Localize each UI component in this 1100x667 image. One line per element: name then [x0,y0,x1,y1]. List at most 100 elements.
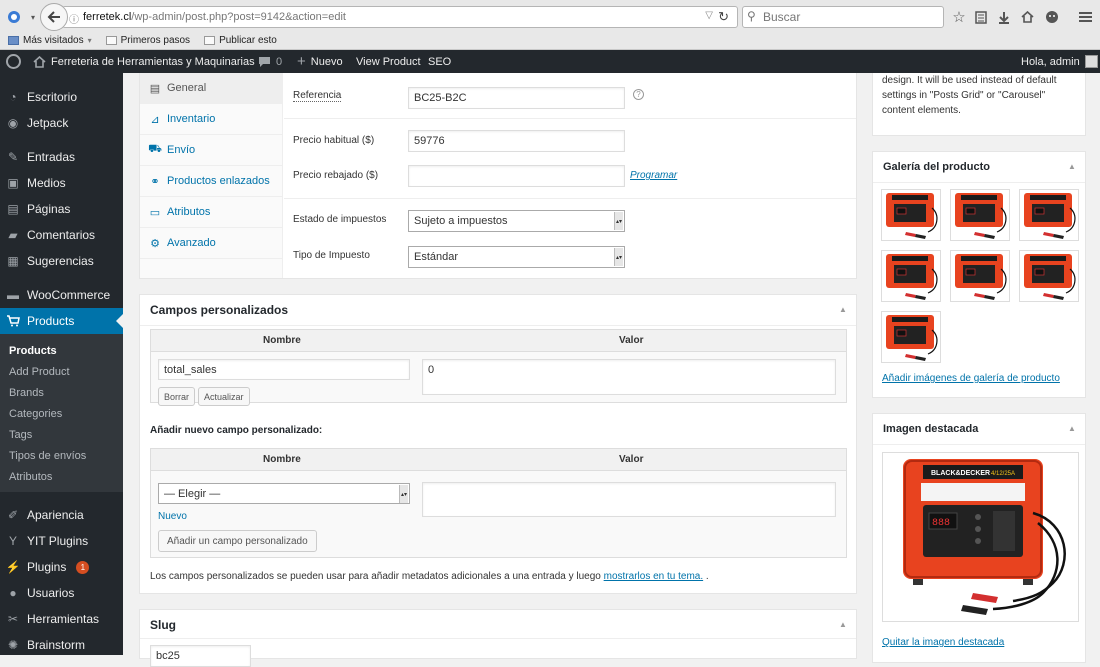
referencia-input[interactable]: BC25-B2C [408,87,625,109]
select-arrows-icon: ▴▾ [614,212,623,230]
submenu-categories[interactable]: Categories [9,408,62,420]
custom-field-value-textarea[interactable]: 0 [422,359,836,395]
sidebar-item-yit-plugins[interactable]: Y YIT Plugins [0,531,123,551]
delete-button[interactable]: Borrar [158,387,196,406]
custom-field-key-select[interactable]: — Elegir — ▴▾ [158,483,410,504]
new-custom-field-value-textarea[interactable] [422,482,836,517]
tipo-impuesto-label: Tipo de Impuesto [293,250,370,261]
bookmark-publicar-esto[interactable]: Publicar esto [204,35,277,46]
sidebar-item-escritorio[interactable]: ◔ Escritorio [0,87,123,107]
sidebar-item-medios[interactable]: ▣ Medios [0,173,123,193]
download-icon[interactable] [995,6,1013,28]
collapse-icon[interactable]: ▲ [839,305,847,314]
sidebar-item-plugins[interactable]: ⚡ Plugins 1 [0,557,123,577]
site-info-icon[interactable]: ⓘ [69,11,79,26]
sidebar-item-apariencia[interactable]: ✐ Apariencia [0,505,123,525]
gallery-thumbnail[interactable] [881,311,941,363]
comments-link[interactable]: 0 [258,50,282,73]
tab-productos-enlazados[interactable]: ⚭ Productos enlazados [140,166,283,197]
home-icon[interactable] [1018,6,1036,28]
chevron-down-icon: ▾ [87,35,92,45]
estado-impuestos-select[interactable]: Sujeto a impuestos ▴▾ [408,210,625,232]
new-content-link[interactable]: + Nuevo [297,50,343,73]
menu-icon[interactable] [1077,6,1093,28]
description-text: Los campos personalizados se pueden usar… [150,571,601,582]
home-icon [33,55,46,68]
custom-fields-title: Campos personalizados [150,303,289,317]
gallery-thumbnail[interactable] [1019,189,1079,241]
submenu-atributos[interactable]: Atributos [9,471,52,483]
sidebar-item-woocommerce[interactable]: ▬ WooCommerce [0,285,123,305]
bookmark-star-icon[interactable]: ☆ [950,6,968,28]
media-icon: ▣ [7,176,19,190]
remove-featured-image-link[interactable]: Quitar la imagen destacada [882,637,1004,648]
programar-link[interactable]: Programar [630,170,677,181]
gallery-thumbnail[interactable] [881,250,941,302]
sidebar-item-jetpack[interactable]: ◉ Jetpack [0,113,123,133]
collapse-icon[interactable]: ▲ [839,620,847,629]
featured-image-panel: Imagen destacada ▲ BLACK&DECKER 4/12/25A… [872,413,1086,663]
url-bar[interactable]: ⓘ ferretek.cl/wp-admin/post.php?post=914… [62,6,738,28]
sidebar-item-products[interactable]: Products [0,308,123,334]
collapse-icon[interactable]: ▲ [1068,162,1076,171]
submenu-products[interactable]: Products [9,345,57,357]
history-dropdown-icon[interactable]: ▾ [28,6,38,28]
seo-link[interactable]: SEO [428,50,451,73]
firefox-menu-icon[interactable] [6,6,22,28]
precio-habitual-input[interactable]: 59776 [408,130,625,152]
add-gallery-images-link[interactable]: Añadir imágenes de galería de producto [882,373,1060,384]
update-button[interactable]: Actualizar [198,387,250,406]
back-button[interactable] [40,3,68,31]
reading-list-icon[interactable] [972,6,990,28]
bookmark-primeros-pasos[interactable]: Primeros pasos [105,35,190,46]
submenu-brands[interactable]: Brands [9,387,44,399]
sidebar-item-usuarios[interactable]: ● Usuarios [0,583,123,603]
submenu-add-product[interactable]: Add Product [9,366,70,378]
submenu-tipos-envios[interactable]: Tipos de envíos [9,450,86,462]
site-name-link[interactable]: Ferreteria de Herramientas y Maquinarias [33,50,255,73]
custom-field-name-input[interactable]: total_sales [158,359,410,380]
product-data-panel: ▤ General ⊿ Inventario ⛟ Envío ⚭ Productos e… [139,73,857,279]
sidebar-item-comentarios[interactable]: ▰ Comentarios [0,225,123,245]
add-custom-field-button[interactable]: Añadir un campo personalizado [158,530,317,552]
mostrarlos-link[interactable]: mostrarlos en tu tema. [604,571,703,582]
chat-icon[interactable] [1043,6,1061,28]
tipo-impuesto-select[interactable]: Estándar ▴▾ [408,246,625,268]
sidebar-item-entradas[interactable]: ✎ Entradas [0,147,123,167]
wordpress-logo-icon[interactable] [6,50,21,73]
description-line: design. It will be used instead of defau… [882,75,1057,86]
search-icon: ⚲ [747,9,756,23]
view-product-link[interactable]: View Product [356,50,421,73]
reload-icon[interactable]: ↻ [718,9,729,25]
sidebar-item-brainstorm[interactable]: ✺ Brainstorm [0,635,123,655]
search-input[interactable]: ⚲ Buscar [742,6,944,28]
tab-atributos[interactable]: ▭ Atributos [140,197,283,228]
precio-rebajado-input[interactable] [408,165,625,187]
gallery-thumbnail[interactable] [950,250,1010,302]
sidebar-item-paginas[interactable]: ▤ Páginas [0,199,123,219]
nuevo-link[interactable]: Nuevo [158,511,187,522]
tab-general[interactable]: ▤ General [140,73,283,104]
collapse-icon[interactable]: ▲ [1068,424,1076,433]
gallery-thumbnail[interactable] [950,189,1010,241]
sidebar-item-label: Entradas [27,150,76,164]
featured-image[interactable]: BLACK&DECKER 4/12/25A 888 [882,452,1079,622]
my-account-link[interactable]: Hola, admin [1021,50,1098,73]
tab-avanzado[interactable]: ⚙ Avanzado [140,228,283,259]
submenu-tags[interactable]: Tags [9,429,32,441]
sidebar-item-sugerencias[interactable]: ▦ Sugerencias [0,251,123,271]
bookmark-mas-visitados[interactable]: Más visitados ▾ [8,35,92,46]
tab-inventario[interactable]: ⊿ Inventario [140,104,283,135]
tab-envio[interactable]: ⛟ Envío [140,135,283,166]
gallery-thumbnail[interactable] [1019,250,1079,302]
precio-habitual-label: Precio habitual ($) [293,135,375,146]
slug-input[interactable]: bc25 [150,645,251,667]
sidebar-item-herramientas[interactable]: ✂ Herramientas [0,609,123,629]
tab-label: Inventario [167,113,216,125]
brainstorm-icon: ✺ [7,638,19,652]
precio-rebajado-label: Precio rebajado ($) [293,170,379,181]
help-icon[interactable]: ? [633,89,644,100]
gallery-thumbnail[interactable] [881,189,941,241]
table-header: Nombre Valor [151,449,846,471]
url-dropdown-icon[interactable]: ▽ [705,10,713,21]
